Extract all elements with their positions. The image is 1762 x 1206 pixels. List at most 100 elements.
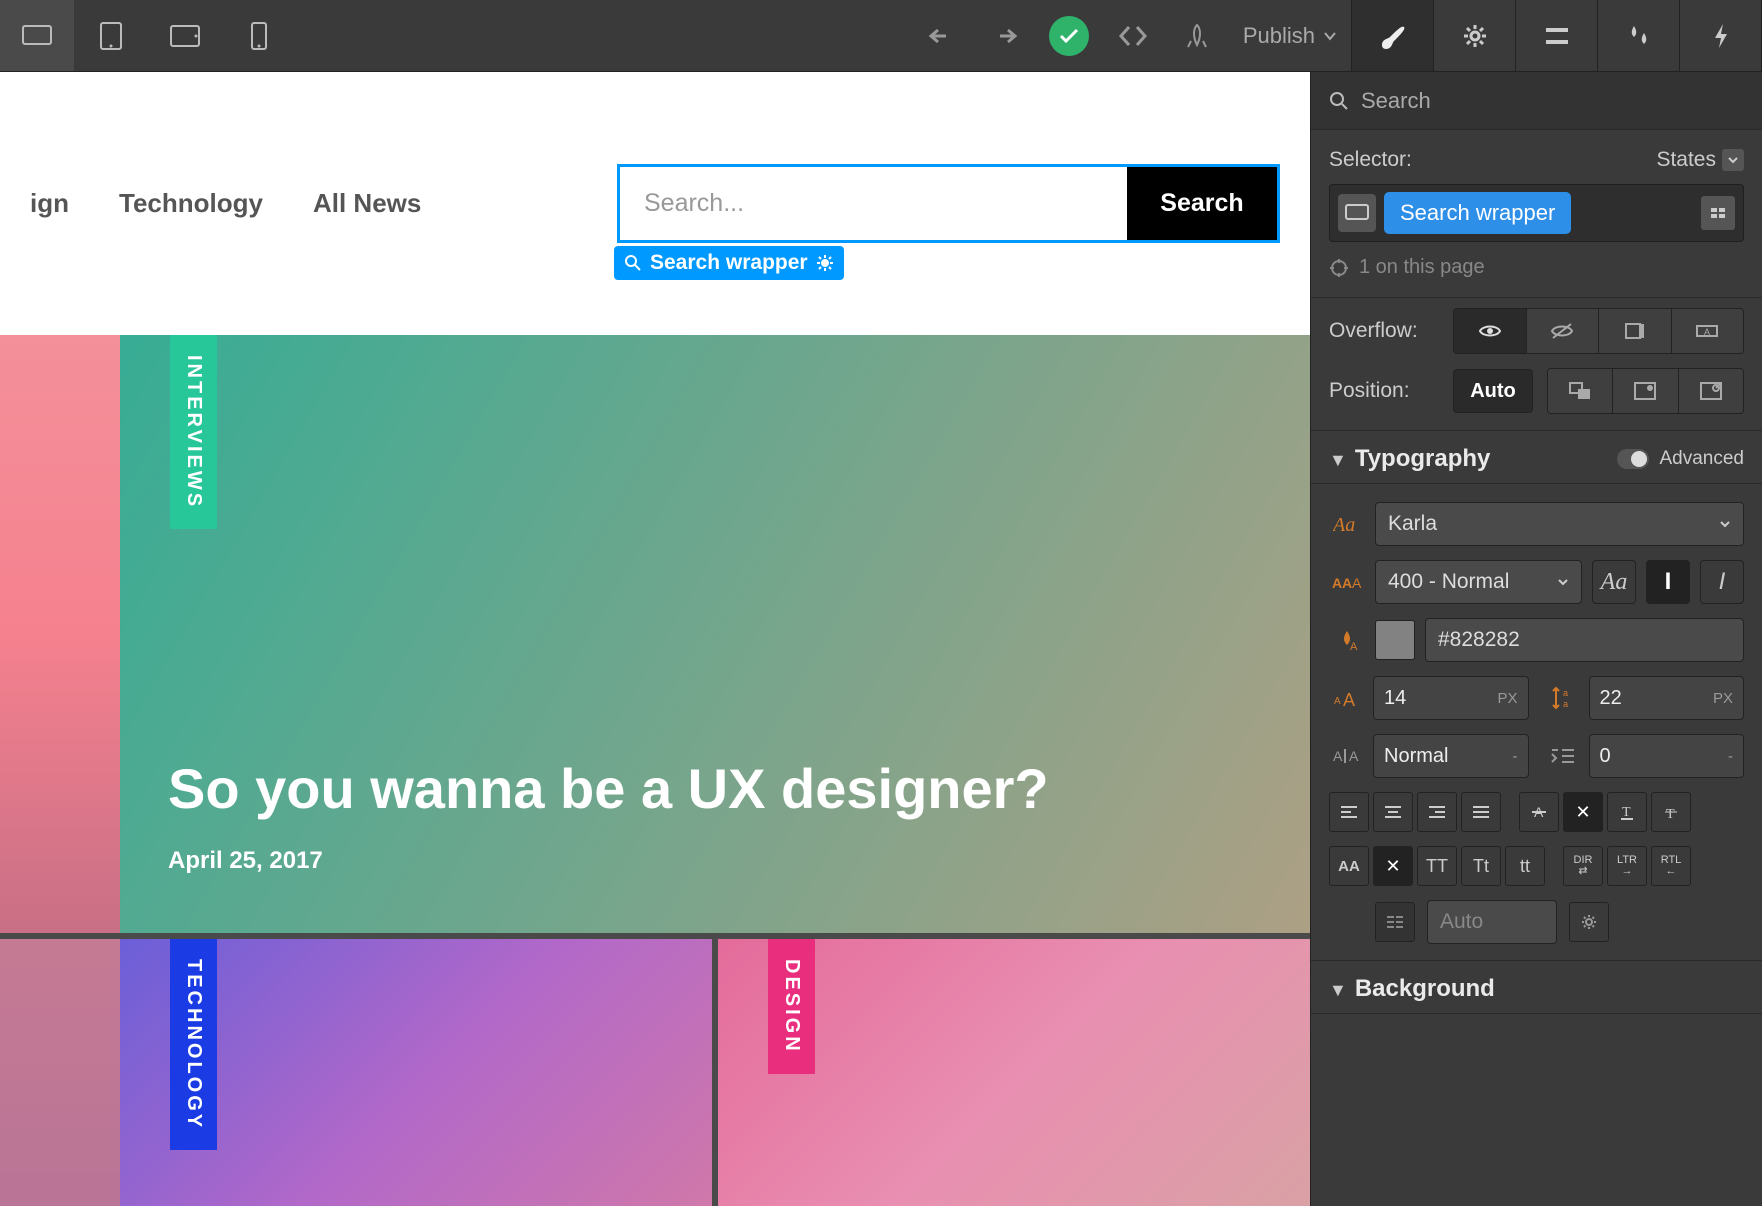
transform-icon: AA [1329,846,1369,886]
hero-section[interactable]: INTERVIEWS So you wanna be a UX designer… [120,335,1310,933]
style-panel: Search Selector: States Search wrapper 1… [1310,72,1762,1206]
search-button[interactable]: Search [1127,167,1277,240]
letter-spacing-input[interactable]: Normal- [1373,734,1529,778]
lines-icon [1544,26,1570,46]
tag-technology[interactable]: TECHNOLOGY [170,939,217,1150]
deco-none-button[interactable]: ✕ [1563,792,1603,832]
states-dropdown[interactable]: States [1656,148,1744,172]
selector-more-icon[interactable] [1701,196,1735,230]
font-size-icon: AA [1329,688,1365,708]
audit-rocket-button[interactable] [1165,0,1229,71]
hero-date: April 25, 2017 [168,847,1262,875]
line-height-input[interactable]: 22PX [1589,676,1745,720]
position-segment [1547,368,1744,414]
svg-text:T: T [1666,807,1675,821]
interactions-panel-tab[interactable] [1680,0,1762,71]
transform-uppercase-button[interactable]: TT [1417,846,1457,886]
redo-button[interactable] [973,0,1037,71]
svg-text:A: A [1349,748,1359,764]
search-input[interactable]: Search... [620,167,1127,240]
position-absolute[interactable] [1613,369,1678,413]
align-justify-button[interactable] [1461,792,1501,832]
overflow-scroll[interactable] [1599,309,1672,353]
selector-input[interactable]: Search wrapper [1329,184,1744,242]
color-hex-input[interactable]: #828282 [1425,618,1744,662]
align-right-button[interactable] [1417,792,1457,832]
deco-overline-button[interactable]: T [1651,792,1691,832]
code-export-button[interactable] [1101,0,1165,71]
layout-panel-tab[interactable] [1516,0,1598,71]
overflow-segment: A [1453,308,1744,354]
device-viewport-group [0,0,296,71]
position-value[interactable]: Auto [1453,369,1533,413]
align-center-button[interactable] [1373,792,1413,832]
style-panel-tab[interactable] [1352,0,1434,71]
font-weight-icon: AAA [1329,573,1365,591]
search-wrapper-element[interactable]: Search... Search [617,164,1280,243]
tag-interviews[interactable]: INTERVIEWS [170,335,217,529]
font-style-normal-button[interactable]: I [1646,560,1690,604]
device-tablet-landscape-button[interactable] [148,0,222,71]
device-tablet-portrait-button[interactable] [74,0,148,71]
align-left-button[interactable] [1329,792,1369,832]
card-technology[interactable]: TECHNOLOGY [120,939,712,1206]
transform-none-button[interactable]: ✕ [1373,846,1413,886]
nav-link-design[interactable]: ign [30,188,69,219]
cards-row: TECHNOLOGY DESIGN [120,939,1310,1206]
typography-block: Aa Karla AAA 400 - Normal Aa I I A [1311,484,1762,961]
more-typography-button[interactable] [1569,902,1609,942]
panel-search-row[interactable]: Search [1311,72,1762,130]
selection-badge[interactable]: Search wrapper [614,246,844,280]
transform-lowercase-button[interactable]: tt [1505,846,1545,886]
position-relative[interactable] [1548,369,1613,413]
pos-fixed-icon [1700,382,1722,400]
svg-text:A: A [1332,575,1342,591]
effects-panel-tab[interactable] [1598,0,1680,71]
overflow-hidden[interactable] [1527,309,1600,353]
tag-design[interactable]: DESIGN [768,939,815,1074]
publish-dropdown[interactable]: Publish [1229,23,1351,49]
typography-section-header[interactable]: ▼Typography Advanced [1311,431,1762,484]
deco-strikethrough-button[interactable]: A [1519,792,1559,832]
pos-absolute-icon [1634,382,1656,400]
card-design[interactable]: DESIGN [718,939,1310,1206]
background-section-header[interactable]: ▼Background [1311,961,1762,1014]
color-swatch[interactable] [1375,620,1415,660]
text-indent-icon [1545,747,1581,765]
right-panel-tabs [1351,0,1762,71]
overflow-visible[interactable] [1454,309,1527,353]
transform-capitalize-button[interactable]: Tt [1461,846,1501,886]
advanced-toggle[interactable]: Advanced [1617,448,1744,470]
nav-link-technology[interactable]: Technology [119,188,263,219]
design-canvas[interactable]: ign Technology All News Search... Search… [0,72,1310,1206]
pos-relative-icon [1569,382,1591,400]
layout-block: Overflow: A Position: Auto [1311,298,1762,431]
font-weight-select[interactable]: 400 - Normal [1375,560,1582,604]
selector-class-pill[interactable]: Search wrapper [1384,192,1571,234]
gear-icon[interactable] [816,254,834,272]
auto-scroll-icon: A [1696,323,1718,339]
settings-panel-tab[interactable] [1434,0,1516,71]
device-phone-button[interactable] [222,0,296,71]
text-indent-input[interactable]: 0- [1589,734,1745,778]
deco-underline-button[interactable]: T [1607,792,1647,832]
overflow-auto[interactable]: A [1672,309,1744,353]
undo-button[interactable] [909,0,973,71]
eye-icon [1478,323,1502,339]
position-fixed[interactable] [1679,369,1743,413]
chevron-down-icon [1323,31,1337,41]
selection-badge-label: Search wrapper [650,251,808,275]
nav-link-all-news[interactable]: All News [313,188,421,219]
device-desktop-button[interactable] [0,0,74,71]
columns-input[interactable]: Auto [1427,900,1557,944]
font-style-italic-button[interactable]: Aa [1592,560,1636,604]
font-family-select[interactable]: Karla [1375,502,1744,546]
font-style-oblique-button[interactable]: I [1700,560,1744,604]
direction-ltr-button[interactable]: LTR→ [1607,846,1647,886]
selected-element-container: Search... Search Search wrapper [617,164,1280,243]
panel-search-placeholder: Search [1361,88,1431,114]
font-size-input[interactable]: 14PX [1373,676,1529,720]
instance-count: 1 on this page [1329,256,1744,279]
direction-rtl-button[interactable]: RTL← [1651,846,1691,886]
hero-left-strip [0,335,120,933]
